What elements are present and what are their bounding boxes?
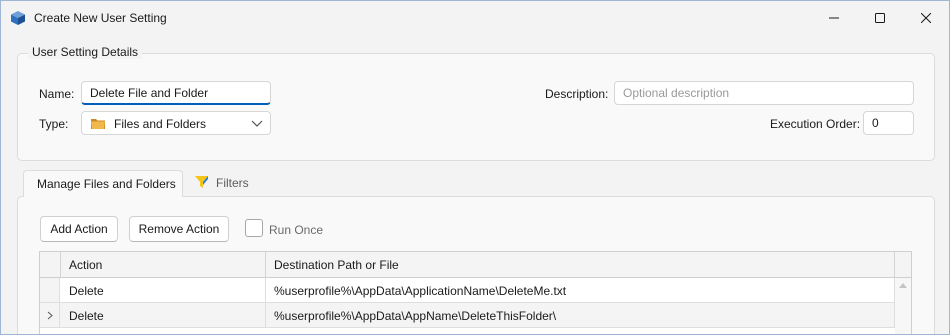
execution-order-field[interactable]	[863, 111, 914, 135]
cube-app-icon	[11, 11, 25, 25]
chevron-down-icon	[251, 120, 263, 127]
name-field[interactable]	[81, 81, 271, 105]
description-label: Description:	[545, 87, 609, 101]
tab-label: Filters	[216, 176, 249, 190]
tab-manage-files-and-folders[interactable]: Manage Files and Folders	[23, 170, 183, 197]
execution-order-label: Execution Order:	[770, 117, 861, 131]
close-button[interactable]	[903, 1, 949, 35]
table-row[interactable]: Delete %userprofile%\AppData\Application…	[40, 278, 911, 303]
tab-filters[interactable]: Filters	[193, 170, 273, 197]
folder-icon	[91, 119, 105, 129]
minimize-icon	[829, 17, 839, 19]
row-header[interactable]	[40, 303, 60, 327]
actions-grid: Action Destination Path or File Delete %…	[39, 251, 912, 334]
type-label: Type:	[39, 117, 69, 131]
maximize-icon	[875, 13, 885, 23]
row-header-corner	[40, 252, 61, 277]
run-once-label[interactable]: Run Once	[269, 223, 323, 237]
type-select[interactable]: Files and Folders	[81, 111, 271, 135]
column-header-action[interactable]: Action	[61, 252, 266, 277]
destination-cell[interactable]: %userprofile%\AppData\AppName\DeleteThis…	[266, 303, 895, 327]
tab-label: Manage Files and Folders	[37, 177, 176, 191]
filter-icon	[195, 176, 208, 188]
dialog-window: Create New User Setting User Setting Det…	[0, 0, 950, 335]
chevron-right-icon	[47, 311, 53, 320]
name-label: Name:	[39, 87, 75, 101]
table-row[interactable]: Delete %userprofile%\AppData\AppName\Del…	[40, 303, 911, 328]
title-bar[interactable]: Create New User Setting	[1, 1, 949, 35]
vertical-scrollbar[interactable]	[895, 278, 911, 334]
action-cell[interactable]: Delete	[61, 278, 266, 302]
column-header-destination[interactable]: Destination Path or File	[266, 252, 895, 277]
destination-cell[interactable]: %userprofile%\AppData\ApplicationName\De…	[266, 278, 895, 302]
remove-action-button[interactable]: Remove Action	[129, 216, 229, 242]
type-select-value: Files and Folders	[114, 117, 207, 131]
add-action-button[interactable]: Add Action	[40, 216, 118, 242]
action-cell[interactable]: Delete	[61, 303, 266, 327]
grid-header: Action Destination Path or File	[40, 252, 911, 278]
window-title: Create New User Setting	[34, 11, 167, 25]
row-header[interactable]	[40, 278, 60, 302]
run-once-checkbox[interactable]	[245, 219, 263, 237]
close-icon	[921, 13, 931, 23]
minimize-button[interactable]	[811, 1, 857, 35]
details-group-label: User Setting Details	[28, 45, 143, 59]
scroll-up-icon[interactable]	[899, 282, 907, 288]
maximize-button[interactable]	[857, 1, 903, 35]
description-field[interactable]	[614, 81, 914, 105]
details-group: User Setting Details Name: Type: Files a…	[17, 45, 935, 161]
